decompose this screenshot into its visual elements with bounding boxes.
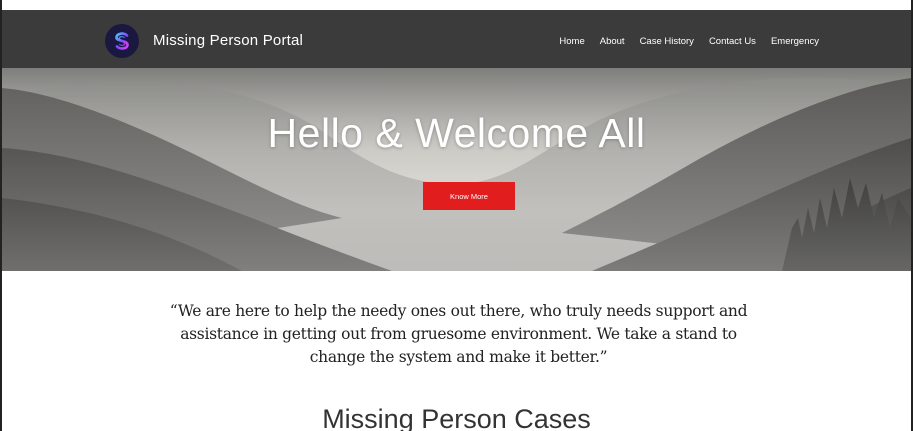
page: Missing Person Portal Home About Case Hi… [0, 0, 913, 431]
brand-name[interactable]: Missing Person Portal [153, 32, 303, 49]
section-title-missing-cases: Missing Person Cases [322, 404, 591, 431]
navbar: Missing Person Portal Home About Case Hi… [2, 0, 911, 68]
misty-mountains-image [2, 68, 911, 271]
hero-banner: Hello & Welcome All Know More [2, 68, 911, 271]
know-more-button[interactable]: Know More [423, 182, 515, 210]
nav-contact-us[interactable]: Contact Us [709, 36, 756, 47]
nav-home[interactable]: Home [559, 36, 584, 47]
nav-emergency[interactable]: Emergency [771, 36, 819, 47]
hero-title: Hello & Welcome All [267, 110, 646, 156]
main-nav: Home About Case History Contact Us Emerg… [559, 36, 819, 47]
mission-quote: “We are here to help the needy ones out … [169, 302, 748, 366]
nav-case-history[interactable]: Case History [640, 36, 694, 47]
nav-about[interactable]: About [600, 36, 625, 47]
swirl-logo-icon[interactable] [105, 24, 139, 58]
